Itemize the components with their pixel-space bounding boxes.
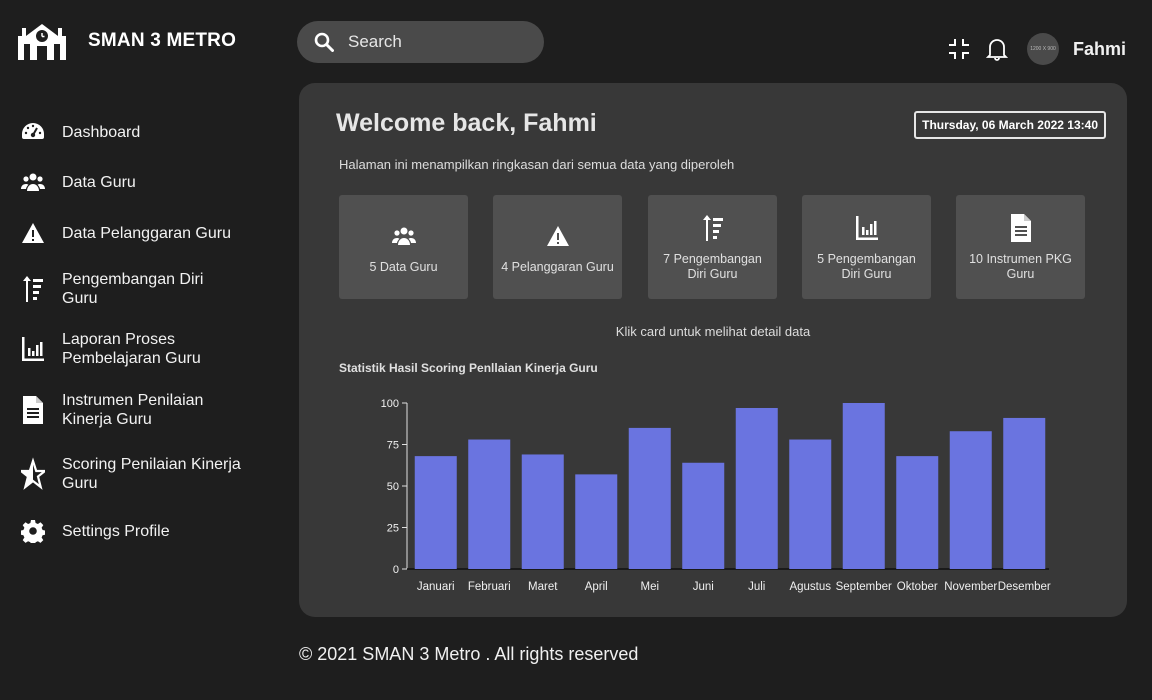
x-tick-label: Desember bbox=[998, 581, 1051, 593]
datetime-badge: Thursday, 06 March 2022 13:40 bbox=[914, 111, 1106, 139]
document-icon bbox=[1008, 212, 1034, 244]
page-title: Welcome back, Fahmi bbox=[336, 109, 597, 137]
search-bar[interactable] bbox=[297, 21, 544, 63]
y-tick-label: 0 bbox=[393, 564, 399, 576]
x-tick-label: Maret bbox=[528, 581, 558, 593]
y-tick-label: 25 bbox=[387, 523, 399, 535]
x-tick-label: November bbox=[944, 581, 997, 593]
card-label: 5 Pengembangan Diri Guru bbox=[817, 252, 916, 281]
chart-title: Statistik Hasil Scoring Penllaian Kinerj… bbox=[339, 361, 598, 375]
dashboard-panel: Welcome back, Fahmi Thursday, 06 March 2… bbox=[299, 83, 1127, 617]
x-tick-label: Mei bbox=[640, 581, 659, 593]
document-icon bbox=[20, 396, 46, 424]
y-tick-label: 50 bbox=[387, 481, 399, 493]
sidebar-item-instrumen[interactable]: Instrumen Penilaian Kinerja Guru bbox=[20, 391, 242, 429]
school-icon bbox=[18, 24, 66, 60]
bar-desember bbox=[1003, 417, 1046, 569]
sidebar-item-data-pelanggaran[interactable]: Data Pelanggaran Guru bbox=[20, 220, 242, 246]
card-label: 5 Data Guru bbox=[369, 259, 438, 274]
x-tick-label: Januari bbox=[417, 581, 455, 593]
bar-agustus bbox=[789, 439, 832, 569]
sidebar-item-label: Instrumen Penilaian Kinerja Guru bbox=[62, 392, 204, 428]
x-tick-label: September bbox=[836, 581, 892, 593]
sort-up-icon bbox=[700, 212, 726, 244]
star-icon bbox=[20, 457, 46, 490]
x-tick-label: Oktober bbox=[897, 581, 938, 593]
compress-icon[interactable] bbox=[947, 36, 971, 62]
footer-copyright: © 2021 SMAN 3 Metro . All rights reserve… bbox=[299, 644, 639, 664]
card-label: 7 Pengembangan Diri Guru bbox=[663, 252, 762, 281]
sidebar-item-label: Pengembangan Diri Guru bbox=[62, 271, 204, 307]
cards-hint: Klik card untuk melihat detail data bbox=[615, 324, 811, 339]
brand-logo[interactable]: SMAN 3 METRO bbox=[18, 22, 236, 60]
user-name[interactable]: Fahmi bbox=[1073, 39, 1126, 60]
bar-oktober bbox=[896, 456, 939, 569]
brand-name: SMAN 3 METRO bbox=[88, 30, 237, 51]
search-input[interactable] bbox=[346, 31, 530, 53]
bar-november bbox=[949, 431, 992, 569]
x-tick-label: Juni bbox=[693, 581, 714, 593]
search-icon bbox=[314, 32, 334, 52]
sidebar-item-label: Dashboard bbox=[62, 123, 141, 141]
x-tick-label: Juli bbox=[748, 581, 765, 593]
sort-up-icon bbox=[20, 276, 46, 302]
gear-icon bbox=[20, 518, 46, 544]
sidebar-item-dashboard[interactable]: Dashboard bbox=[20, 119, 242, 145]
card-data-guru[interactable]: 5 Data Guru bbox=[339, 195, 468, 299]
avatar[interactable]: 1200 X 900 bbox=[1026, 33, 1059, 65]
warning-icon bbox=[545, 220, 571, 252]
chart-icon bbox=[854, 212, 880, 244]
sidebar-item-label: Data Guru bbox=[62, 173, 136, 191]
chart-icon bbox=[20, 336, 46, 362]
bar-september bbox=[842, 403, 885, 569]
y-tick-label: 100 bbox=[381, 398, 399, 410]
users-icon bbox=[20, 169, 46, 195]
y-tick-label: 75 bbox=[387, 440, 399, 452]
card-pelanggaran[interactable]: 4 Pelanggaran Guru bbox=[493, 195, 622, 299]
card-label: 4 Pelanggaran Guru bbox=[501, 259, 614, 274]
warning-icon bbox=[20, 220, 46, 246]
sidebar-item-label: Scoring Penilaian Kinerja Guru bbox=[62, 456, 241, 492]
sidebar-item-laporan[interactable]: Laporan Proses Pembelajaran Guru bbox=[20, 330, 242, 368]
x-tick-label: April bbox=[585, 581, 608, 593]
x-tick-label: Februari bbox=[468, 581, 511, 593]
sidebar-item-label: Data Pelanggaran Guru bbox=[62, 224, 231, 242]
x-tick-label: Agustus bbox=[789, 581, 831, 593]
card-pengembangan[interactable]: 7 Pengembangan Diri Guru bbox=[648, 195, 777, 299]
sidebar-item-label: Laporan Proses Pembelajaran Guru bbox=[62, 331, 201, 367]
card-instrumen[interactable]: 10 Instrumen PKG Guru bbox=[956, 195, 1085, 299]
bar-mei bbox=[628, 427, 671, 569]
bar-chart: 0 25 50 75 100 Januari Februari Maret April Mei Ju… bbox=[381, 398, 1051, 593]
sidebar-item-settings[interactable]: Settings Profile bbox=[20, 518, 242, 544]
sidebar-item-label: Settings Profile bbox=[62, 522, 170, 540]
bar-februari bbox=[468, 439, 511, 569]
bar-januari bbox=[414, 456, 457, 569]
sidebar-item-pengembangan[interactable]: Pengembangan Diri Guru bbox=[20, 270, 242, 308]
gauge-icon bbox=[20, 119, 46, 145]
bar-maret bbox=[521, 454, 564, 569]
users-icon bbox=[391, 220, 417, 252]
page-subtitle: Halaman ini menampilkan ringkasan dari s… bbox=[339, 157, 735, 172]
card-label: 10 Instrumen PKG Guru bbox=[969, 252, 1072, 281]
sidebar-item-scoring[interactable]: Scoring Penilaian Kinerja Guru bbox=[20, 455, 242, 493]
bar-juli bbox=[735, 407, 778, 569]
bell-icon[interactable] bbox=[985, 36, 1009, 62]
header-actions: 1200 X 900 Fahmi bbox=[947, 33, 1126, 65]
card-laporan[interactable]: 5 Pengembangan Diri Guru bbox=[802, 195, 931, 299]
bar-juni bbox=[682, 462, 725, 569]
bar-april bbox=[575, 474, 618, 569]
sidebar-item-data-guru[interactable]: Data Guru bbox=[20, 169, 242, 195]
